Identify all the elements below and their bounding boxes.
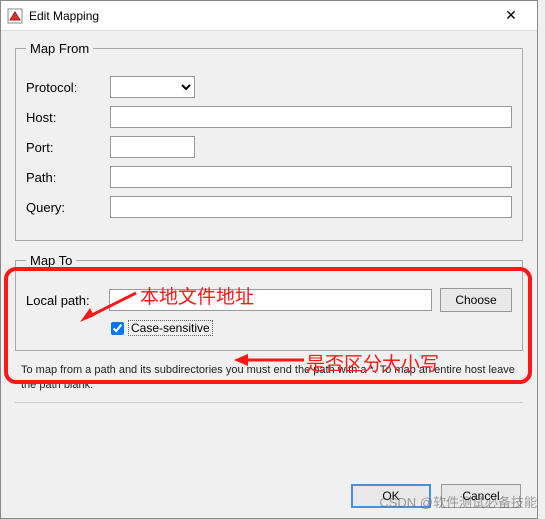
protocol-label: Protocol: [26,80,102,95]
local-path-input[interactable] [109,289,432,311]
port-label: Port: [26,140,102,155]
query-row: Query: [26,196,512,218]
case-sensitive-row: Case-sensitive [111,320,512,336]
query-label: Query: [26,200,102,215]
hint-text: To map from a path and its subdirectorie… [21,363,517,394]
close-button[interactable]: ✕ [491,7,531,24]
map-to-group: Map To Local path: Choose Case-sensitive [15,253,523,351]
path-row: Path: [26,166,512,188]
host-label: Host: [26,110,102,125]
path-label: Path: [26,170,102,185]
cancel-button[interactable]: Cancel [441,484,521,508]
path-input[interactable] [110,166,512,188]
query-input[interactable] [110,196,512,218]
case-sensitive-checkbox[interactable] [111,322,124,335]
protocol-select[interactable] [110,76,195,98]
ok-button[interactable]: OK [351,484,431,508]
port-row: Port: [26,136,512,158]
window-title: Edit Mapping [29,9,491,23]
titlebar: Edit Mapping ✕ [1,1,537,31]
host-input[interactable] [110,106,512,128]
protocol-row: Protocol: [26,76,512,98]
map-from-legend: Map From [26,41,93,56]
map-to-legend: Map To [26,253,76,268]
edit-mapping-dialog: Edit Mapping ✕ Map From Protocol: Host: … [0,0,538,519]
dialog-content: Map From Protocol: Host: Port: Path: Que… [1,31,537,423]
host-row: Host: [26,106,512,128]
local-path-row: Local path: Choose [26,288,512,312]
map-from-group: Map From Protocol: Host: Port: Path: Que… [15,41,523,241]
port-input[interactable] [110,136,195,158]
choose-button[interactable]: Choose [440,288,512,312]
case-sensitive-label: Case-sensitive [128,320,213,336]
divider [15,402,523,403]
local-path-label: Local path: [26,293,101,308]
app-icon [7,8,23,24]
dialog-buttons: OK Cancel [351,484,521,508]
